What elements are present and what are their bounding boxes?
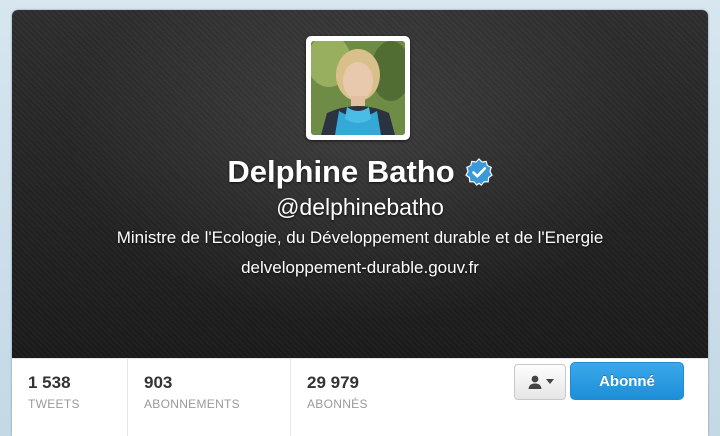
profile-handle: @delphinebatho: [276, 194, 444, 220]
profile-website-link[interactable]: delveloppement-durable.gouv.fr: [12, 258, 708, 278]
user-actions-dropdown-button[interactable]: [514, 364, 566, 400]
stat-following[interactable]: 903 ABONNEMENTS: [127, 359, 290, 436]
stat-followers-value: 29 979: [307, 373, 359, 392]
avatar-photo: [311, 41, 405, 135]
stat-tweets[interactable]: 1 538 TWEETS: [12, 359, 127, 436]
user-icon: [528, 375, 541, 389]
stat-tweets-value: 1 538: [28, 373, 71, 392]
profile-bio: Ministre de l'Ecologie, du Développement…: [116, 228, 604, 247]
stat-following-label: ABONNEMENTS: [144, 397, 240, 411]
stat-following-value: 903: [144, 373, 173, 392]
profile-name: Delphine Batho: [227, 154, 455, 189]
stat-tweets-label: TWEETS: [28, 397, 80, 411]
profile-header: Delphine Batho @delphinebatho Ministre d…: [12, 10, 708, 358]
name-row: Delphine Batho: [12, 152, 708, 192]
verified-badge-icon: [464, 158, 493, 186]
stat-followers[interactable]: 29 979 ABONNÉS: [290, 359, 460, 436]
avatar[interactable]: [306, 36, 410, 140]
following-button[interactable]: Abonné: [570, 362, 684, 400]
person-photo-icon: [311, 41, 405, 135]
caret-down-icon: [545, 379, 554, 384]
stat-followers-label: ABONNÉS: [307, 397, 368, 411]
